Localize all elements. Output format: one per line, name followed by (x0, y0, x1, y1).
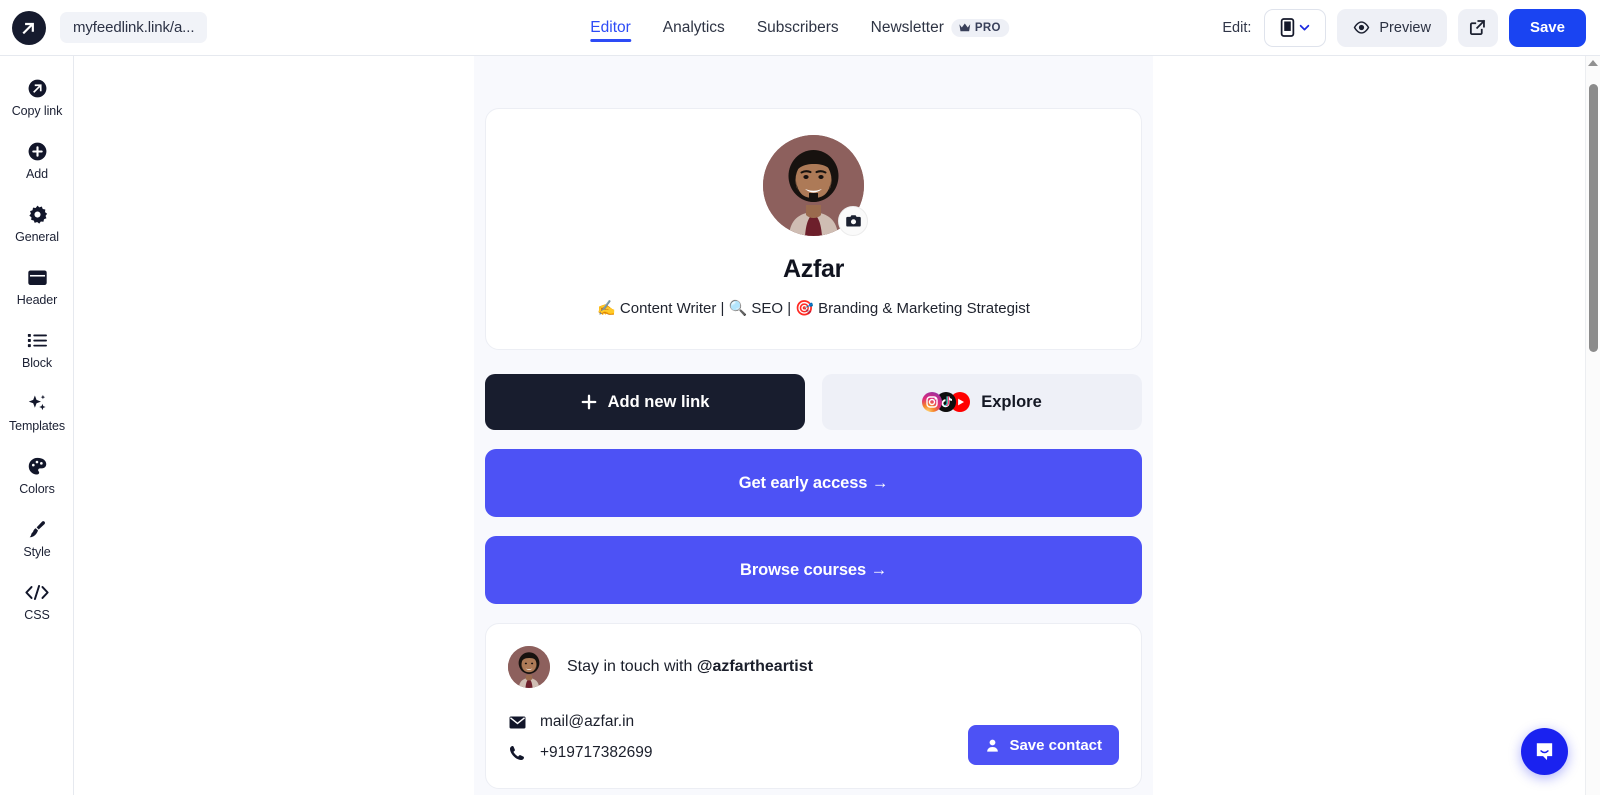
contact-handle: @azfartheartist (696, 658, 813, 675)
app-logo[interactable] (12, 10, 46, 45)
link-button-get-early-access[interactable]: Get early access → (485, 449, 1142, 517)
arrow-up-right-circle-logo-icon (22, 22, 34, 34)
phone-icon (508, 745, 526, 761)
save-contact-button[interactable]: Save contact (968, 725, 1119, 765)
save-button[interactable]: Save (1508, 8, 1586, 47)
phone-preview-frame: Azfar ✍️ Content Writer | 🔍 SEO | 🎯 Bran… (474, 56, 1153, 795)
person-icon (987, 739, 999, 752)
contact-heading: Stay in touch with @azfartheartist (567, 658, 813, 676)
sidebar-item-general[interactable]: General (0, 192, 74, 255)
instagram-icon (922, 392, 943, 412)
social-icon-stack (922, 392, 971, 412)
paintbrush-icon (27, 518, 48, 540)
external-link-icon (1470, 19, 1486, 36)
sidebar-label-general: General (15, 230, 59, 244)
preview-button-label: Preview (1379, 19, 1431, 36)
sidebar-item-css[interactable]: CSS (0, 570, 74, 633)
code-icon (25, 581, 49, 603)
contact-card: Stay in touch with @azfartheartist mail@… (485, 623, 1142, 789)
sidebar-label-style: Style (23, 545, 51, 559)
open-external-button[interactable] (1457, 8, 1498, 47)
page-scrollbar[interactable] (1585, 56, 1600, 795)
contact-heading-prefix: Stay in touch with (567, 658, 697, 675)
sidebar-item-style[interactable]: Style (0, 507, 74, 570)
sparkles-icon (27, 392, 48, 414)
sidebar-item-copy-link[interactable]: Copy link (0, 66, 74, 129)
list-icon (27, 329, 48, 351)
preview-scroll-area: Azfar ✍️ Content Writer | 🔍 SEO | 🎯 Bran… (474, 56, 1153, 789)
contact-avatar (508, 646, 550, 688)
sidebar-item-header[interactable]: Header (0, 255, 74, 318)
contact-header: Stay in touch with @azfartheartist (508, 646, 1119, 688)
link-button-browse-courses[interactable]: Browse courses → (485, 536, 1142, 604)
save-contact-label: Save contact (1009, 736, 1102, 754)
eye-icon (1354, 21, 1370, 34)
scroll-up-arrow-icon[interactable] (1588, 60, 1598, 66)
scrollbar-thumb[interactable] (1589, 84, 1598, 352)
tab-editor[interactable]: Editor (590, 0, 631, 56)
envelope-icon (508, 716, 526, 729)
header-layout-icon (27, 266, 48, 288)
plus-circle-icon (27, 140, 48, 162)
palette-icon (27, 455, 48, 477)
intercom-chat-icon (1536, 743, 1553, 761)
copy-link-icon (27, 77, 48, 99)
mobile-device-icon (1280, 18, 1295, 37)
left-sidebar: Copy link Add General Header Block Templ… (0, 56, 74, 795)
plus-icon (581, 394, 596, 410)
crown-icon (958, 23, 970, 32)
tab-editor-label: Editor (590, 18, 631, 36)
sidebar-item-block[interactable]: Block (0, 318, 74, 381)
camera-icon (845, 215, 861, 227)
device-mode-select[interactable] (1264, 8, 1327, 47)
tab-newsletter-label: Newsletter (870, 18, 944, 36)
avatar-wrap (763, 135, 868, 236)
change-photo-button[interactable] (838, 206, 868, 236)
tab-subscribers[interactable]: Subscribers (757, 0, 839, 56)
pro-badge-label: PRO (974, 21, 1001, 34)
chat-widget-button[interactable] (1521, 728, 1568, 775)
tab-newsletter[interactable]: Newsletter PRO (871, 0, 1010, 56)
sidebar-item-colors[interactable]: Colors (0, 444, 74, 507)
sidebar-label-add: Add (26, 167, 48, 181)
sidebar-label-css: CSS (24, 608, 50, 622)
pro-badge: PRO (950, 18, 1010, 37)
add-new-link-label: Add new link (607, 392, 710, 411)
profile-card: Azfar ✍️ Content Writer | 🔍 SEO | 🎯 Bran… (485, 108, 1142, 350)
action-row: Add new link Explore (485, 374, 1142, 430)
explore-button-label: Explore (981, 392, 1042, 411)
top-bar-actions: Edit: Preview Save (1222, 8, 1586, 47)
brand-area: myfeedlink.link/a... (0, 10, 208, 45)
sidebar-label-copy-link: Copy link (11, 104, 63, 118)
tab-subscribers-label: Subscribers (756, 18, 839, 36)
explore-button[interactable]: Explore (822, 374, 1142, 430)
top-bar: myfeedlink.link/a... Editor Analytics Su… (0, 0, 1600, 56)
edit-label: Edit: (1222, 19, 1252, 36)
sidebar-item-templates[interactable]: Templates (0, 381, 74, 444)
tab-analytics-label: Analytics (662, 18, 725, 36)
sidebar-label-colors: Colors (19, 482, 55, 496)
chevron-down-icon (1299, 24, 1310, 31)
editor-canvas: Azfar ✍️ Content Writer | 🔍 SEO | 🎯 Bran… (74, 56, 1586, 795)
add-new-link-button[interactable]: Add new link (485, 374, 805, 430)
tab-analytics[interactable]: Analytics (663, 0, 725, 56)
page-url-pill[interactable]: myfeedlink.link/a... (60, 12, 208, 43)
profile-bio: ✍️ Content Writer | 🔍 SEO | 🎯 Branding &… (597, 300, 1030, 317)
sidebar-label-templates: Templates (8, 419, 66, 433)
contact-photo-illustration (508, 646, 550, 688)
sidebar-item-add[interactable]: Add (0, 129, 74, 192)
contact-phone-value: +919717382699 (540, 744, 653, 761)
main-nav-tabs: Editor Analytics Subscribers Newsletter … (590, 0, 1010, 56)
sidebar-label-block: Block (21, 356, 53, 370)
preview-button[interactable]: Preview (1337, 8, 1447, 47)
contact-email-value: mail@azfar.in (540, 713, 635, 730)
gear-icon (27, 203, 48, 225)
sidebar-label-header: Header (16, 293, 58, 307)
profile-name: Azfar (782, 255, 844, 283)
